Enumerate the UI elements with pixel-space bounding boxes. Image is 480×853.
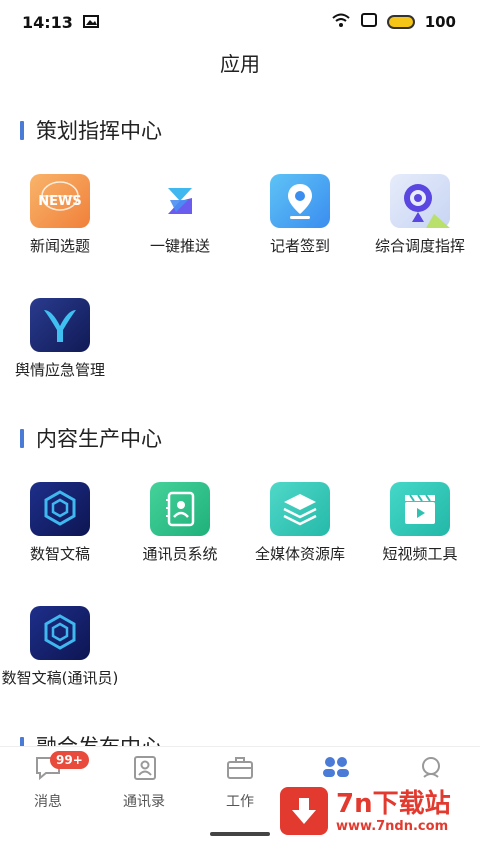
cube-icon — [30, 482, 90, 536]
nav-label: 通讯录 — [123, 794, 165, 810]
app-label: 短视频工具 — [382, 545, 458, 563]
section-accent-bar — [20, 429, 24, 448]
section-header-planning: 策划指挥中心 — [0, 100, 480, 160]
app-short-video[interactable]: 短视频工具 — [360, 468, 480, 592]
app-public-opinion[interactable]: 舆情应急管理 — [0, 284, 120, 408]
battery-level: 100 — [424, 13, 456, 31]
app-label: 一键推送 — [149, 237, 210, 255]
app-label: 数智文稿 — [29, 545, 90, 563]
home-indicator — [210, 832, 270, 836]
nav-messages[interactable]: 99+ 消息 — [0, 747, 96, 832]
cube-icon — [30, 606, 90, 660]
image-icon — [82, 13, 99, 32]
nav-work[interactable]: 工作 — [192, 747, 288, 832]
battery-icon — [386, 15, 415, 29]
section-title: 内容生产中心 — [36, 427, 162, 451]
watermark-logo: 7n下载站 www.7ndn.com — [280, 780, 472, 842]
section-header-content: 内容生产中心 — [0, 408, 480, 468]
app-dispatch-command[interactable]: 综合调度指挥 — [360, 160, 480, 284]
nav-contacts[interactable]: 通讯录 — [96, 747, 192, 832]
section-header-publishing: 融合发布中心 — [0, 716, 480, 746]
briefcase-icon — [226, 755, 254, 785]
section-title: 策划指挥中心 — [36, 119, 162, 143]
app-media-library[interactable]: 全媒体资源库 — [240, 468, 360, 592]
location-pin-icon — [270, 174, 330, 228]
status-time: 14:13 — [22, 12, 73, 32]
app-list[interactable]: 策划指挥中心 NEWS 新闻选题 一键推送 记者签到 综合调度指挥 舆情应急管理… — [0, 100, 480, 746]
app-label: 全媒体资源库 — [254, 545, 345, 563]
sim-icon — [360, 13, 377, 31]
nav-label: 工作 — [226, 794, 254, 810]
unread-badge: 99+ — [50, 751, 89, 769]
status-bar: 14:13 100 — [0, 0, 480, 44]
download-arrow-icon — [280, 787, 328, 835]
app-label: 新闻选题 — [29, 237, 90, 255]
page-title: 应用 — [220, 52, 260, 76]
section-title: 融合发布中心 — [36, 731, 162, 746]
apps-icon — [321, 755, 351, 783]
opinion-icon — [30, 298, 90, 352]
layers-icon — [270, 482, 330, 536]
app-grid-content: 数智文稿 通讯员系统 全媒体资源库 短视频工具 数智文稿(通讯员) — [0, 468, 480, 716]
app-one-click-push[interactable]: 一键推送 — [120, 160, 240, 284]
app-label: 综合调度指挥 — [374, 237, 465, 255]
wifi-icon — [331, 12, 351, 32]
contacts-icon — [130, 755, 158, 785]
app-correspondent-system[interactable]: 通讯员系统 — [120, 468, 240, 592]
news-icon: NEWS — [30, 174, 90, 228]
clapperboard-icon — [390, 482, 450, 536]
app-smart-manuscript[interactable]: 数智文稿 — [0, 468, 120, 592]
svg-text:NEWS: NEWS — [38, 194, 81, 209]
push-icon — [150, 174, 210, 228]
app-grid-planning: NEWS 新闻选题 一键推送 记者签到 综合调度指挥 舆情应急管理 — [0, 160, 480, 408]
app-smart-manuscript-correspondent[interactable]: 数智文稿(通讯员) — [0, 592, 120, 716]
app-label: 记者签到 — [269, 237, 330, 255]
app-label: 数智文稿(通讯员) — [1, 669, 119, 687]
nav-label: 消息 — [34, 794, 62, 810]
section-accent-bar — [20, 737, 24, 746]
dispatch-icon — [390, 174, 450, 228]
section-accent-bar — [20, 121, 24, 140]
app-label: 舆情应急管理 — [14, 361, 105, 379]
watermark-url: www.7ndn.com — [336, 818, 449, 834]
app-news-topic[interactable]: NEWS 新闻选题 — [0, 160, 120, 284]
watermark-title: 7n下载站 — [336, 788, 451, 819]
contact-card-icon — [150, 482, 210, 536]
app-label: 通讯员系统 — [142, 545, 218, 563]
app-reporter-checkin[interactable]: 记者签到 — [240, 160, 360, 284]
